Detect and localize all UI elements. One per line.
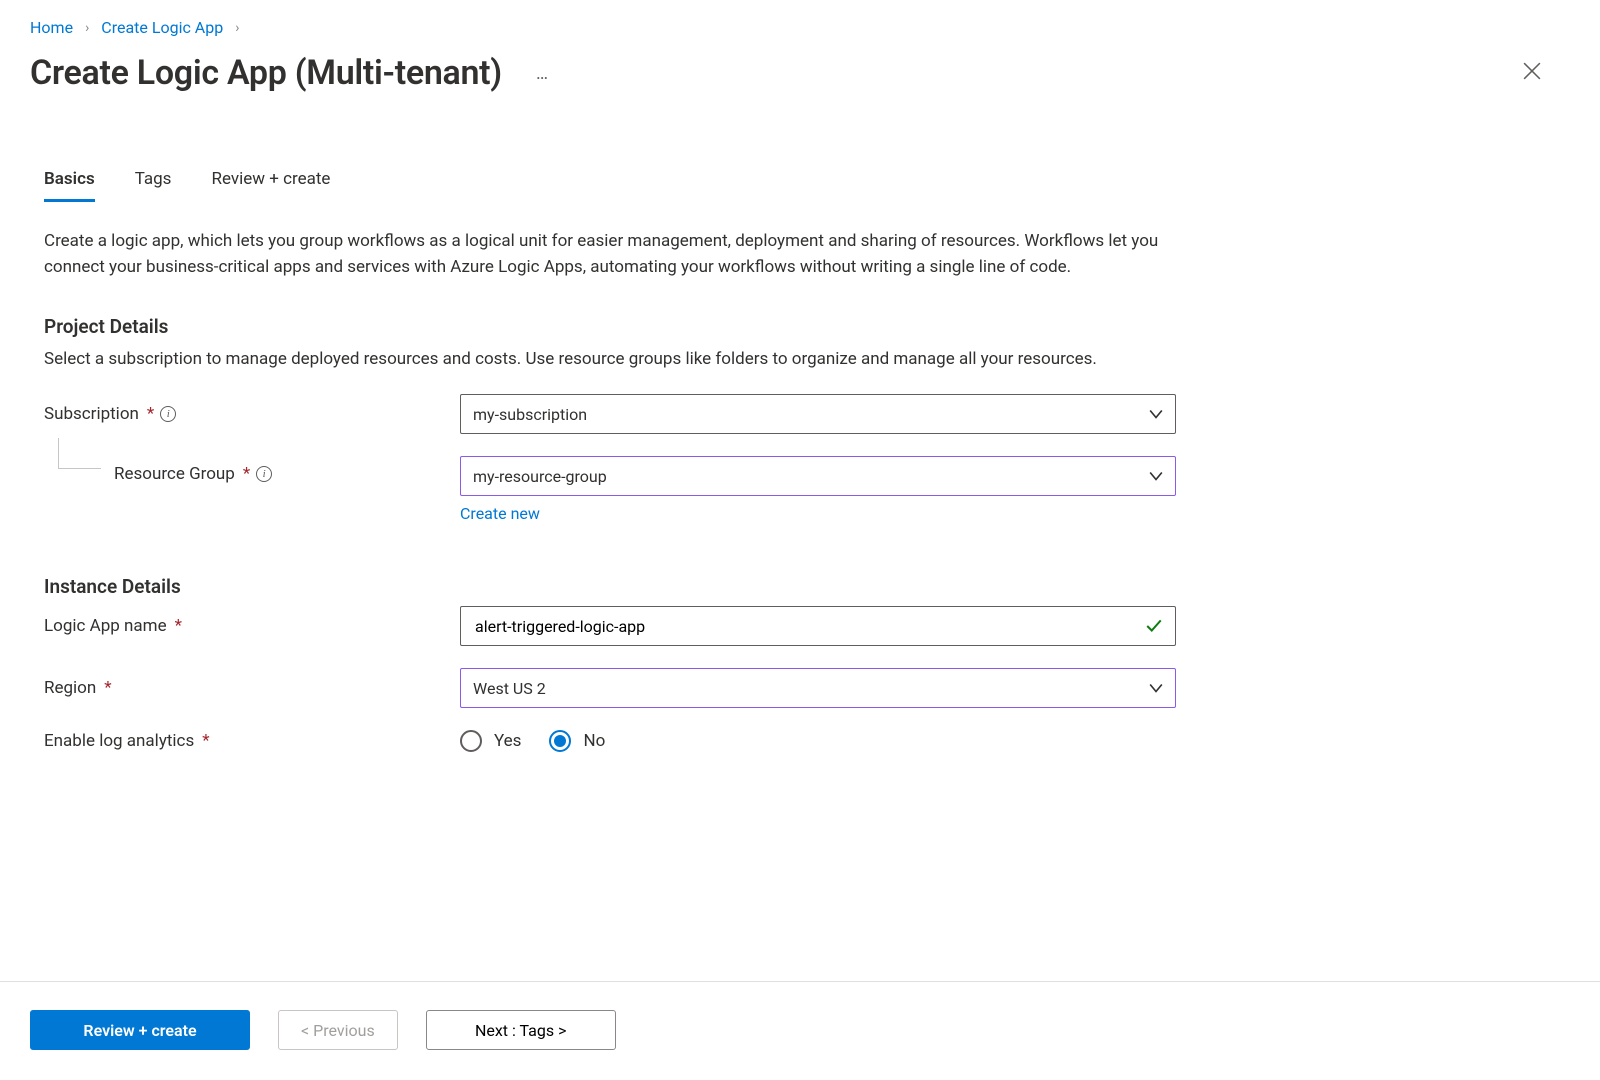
intro-text: Create a logic app, which lets you group… — [44, 228, 1176, 281]
review-create-button[interactable]: Review + create — [30, 1010, 250, 1050]
log-analytics-radio-group: Yes No — [460, 730, 1176, 752]
row-region: Region * West US 2 — [44, 668, 1176, 708]
radio-yes-wrap[interactable]: Yes — [460, 730, 521, 752]
region-value: West US 2 — [473, 679, 546, 698]
radio-no-wrap[interactable]: No — [549, 730, 605, 752]
resource-group-value: my-resource-group — [473, 467, 607, 486]
label-subscription: Subscription * i — [44, 404, 460, 424]
page-title: Create Logic App (Multi-tenant) — [30, 53, 502, 93]
label-region: Region * — [44, 678, 460, 698]
check-icon — [1145, 617, 1163, 635]
close-button[interactable] — [1514, 55, 1550, 91]
radio-no-label: No — [583, 731, 605, 751]
required-asterisk: * — [147, 404, 154, 424]
more-actions-button[interactable]: … — [526, 57, 558, 90]
tab-basics[interactable]: Basics — [44, 163, 95, 202]
label-enable-log-analytics-text: Enable log analytics — [44, 731, 194, 751]
region-dropdown[interactable]: West US 2 — [460, 668, 1176, 708]
content: Create a logic app, which lets you group… — [0, 202, 1220, 752]
chevron-right-icon: › — [85, 20, 89, 36]
tab-review-create[interactable]: Review + create — [211, 163, 330, 202]
required-asterisk: * — [175, 616, 182, 636]
row-enable-log-analytics: Enable log analytics * Yes No — [44, 730, 1176, 752]
previous-button: < Previous — [278, 1010, 398, 1050]
resource-group-dropdown[interactable]: my-resource-group — [460, 456, 1176, 496]
label-resource-group: Resource Group * i — [44, 456, 460, 484]
label-subscription-text: Subscription — [44, 404, 139, 424]
breadcrumb-home[interactable]: Home — [30, 18, 73, 37]
section-desc-project: Select a subscription to manage deployed… — [44, 346, 1176, 372]
logic-app-name-input-wrapper — [460, 606, 1176, 646]
radio-yes[interactable] — [460, 730, 482, 752]
chevron-down-icon — [1149, 469, 1163, 483]
label-enable-log-analytics: Enable log analytics * — [44, 731, 460, 751]
section-heading-project: Project Details — [44, 315, 1176, 338]
info-icon[interactable]: i — [160, 406, 176, 422]
logic-app-name-input[interactable] — [473, 616, 1145, 637]
radio-no[interactable] — [549, 730, 571, 752]
tab-tags[interactable]: Tags — [135, 163, 172, 202]
breadcrumb-create-logic-app[interactable]: Create Logic App — [101, 18, 223, 37]
required-asterisk: * — [202, 731, 209, 751]
row-subscription: Subscription * i my-subscription — [44, 394, 1176, 434]
chevron-down-icon — [1149, 407, 1163, 421]
label-resource-group-text: Resource Group — [114, 464, 235, 484]
info-icon[interactable]: i — [256, 466, 272, 482]
footer: Review + create < Previous Next : Tags > — [0, 981, 1600, 1080]
title-row: Create Logic App (Multi-tenant) … — [0, 37, 1600, 93]
label-logic-app-name-text: Logic App name — [44, 616, 167, 636]
required-asterisk: * — [104, 678, 111, 698]
chevron-right-icon: › — [235, 20, 239, 36]
tabs: Basics Tags Review + create — [0, 163, 1600, 202]
label-region-text: Region — [44, 678, 96, 698]
close-icon — [1523, 62, 1541, 84]
row-resource-group: Resource Group * i my-resource-group Cre… — [44, 456, 1176, 523]
required-asterisk: * — [243, 464, 250, 484]
section-heading-instance: Instance Details — [44, 575, 1176, 598]
next-button[interactable]: Next : Tags > — [426, 1010, 616, 1050]
radio-yes-label: Yes — [494, 731, 521, 751]
subscription-dropdown[interactable]: my-subscription — [460, 394, 1176, 434]
breadcrumb: Home › Create Logic App › — [0, 0, 1600, 37]
label-logic-app-name: Logic App name * — [44, 616, 460, 636]
create-new-link[interactable]: Create new — [460, 504, 540, 523]
chevron-down-icon — [1149, 681, 1163, 695]
subscription-value: my-subscription — [473, 405, 587, 424]
row-logic-app-name: Logic App name * — [44, 606, 1176, 646]
